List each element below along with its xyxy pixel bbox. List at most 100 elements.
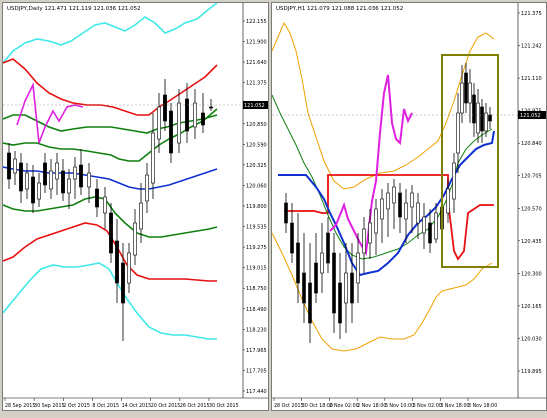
h1-y-tick: 120.165	[521, 304, 542, 310]
daily-x-tick: 2 Oct 2015	[63, 403, 90, 409]
candle-body	[398, 192, 402, 218]
candle-body	[151, 132, 155, 184]
h1-y-tick: 120.840	[521, 141, 542, 147]
cyan-lower-band	[3, 262, 217, 340]
daily-y-tick: 117.705	[246, 368, 267, 374]
svg-text:121.052: 121.052	[244, 103, 265, 109]
candle-body	[296, 242, 300, 284]
candle-body	[350, 272, 354, 304]
daily-y-tick: 118.750	[246, 286, 267, 292]
h1-x-tick: 30 Oct 18:00	[302, 403, 333, 409]
chart-h1[interactable]: USDJPY,H1 121.079 121.088 121.036 121.05…	[271, 2, 547, 411]
candle-body	[374, 208, 378, 234]
candle-body	[480, 106, 484, 132]
candle-body	[404, 202, 408, 220]
candle-body	[145, 174, 149, 202]
candle-body	[410, 192, 414, 208]
daily-price-label: 121.052	[243, 101, 268, 109]
candle-body	[67, 178, 71, 194]
h1-y-tick: 120.570	[521, 206, 542, 212]
candle-body	[392, 186, 396, 204]
candle-body	[49, 170, 53, 190]
daily-x-tick: 14 Oct 2015	[122, 403, 152, 409]
candle-body	[452, 162, 456, 200]
candle-body	[201, 112, 205, 126]
candle-body	[460, 82, 464, 114]
daily-x-tick: 20 Oct 2015	[151, 403, 181, 409]
daily-y-tick: 121.640	[246, 60, 267, 66]
h1-x-tick: 2 Nov 18:00	[357, 403, 386, 409]
daily-y-tick: 118.490	[246, 307, 267, 313]
candle-body	[284, 202, 288, 224]
candle-body	[308, 282, 312, 324]
h1-y-tick: 120.435	[521, 239, 542, 245]
daily-x-tick: 30 Sep 2015	[34, 403, 64, 409]
candle-body	[193, 102, 197, 128]
daily-y-tick: 122.155	[246, 19, 267, 25]
candle-body	[326, 232, 330, 264]
candle-body	[416, 202, 420, 224]
candle-body	[386, 192, 390, 210]
candle-body	[139, 202, 143, 230]
candle-body	[37, 182, 41, 200]
svg-text:121.052: 121.052	[520, 113, 541, 119]
daily-x-tick: 8 Oct 2015	[92, 403, 119, 409]
candle-body	[157, 106, 161, 140]
terminal-window: USDJPY,Daily 121.471 121.119 121.036 121…	[0, 0, 547, 418]
daily-y-tick: 120.850	[246, 122, 267, 128]
candle-body	[185, 98, 189, 132]
candle-body	[472, 94, 476, 124]
candle-body	[19, 162, 23, 192]
h1-x-tick: 28 Oct 2015	[274, 403, 304, 409]
daily-x-tick: 28 Sep 2015	[5, 403, 35, 409]
candle-body	[314, 262, 318, 294]
candle-body	[468, 82, 472, 104]
candle-body	[7, 152, 11, 180]
candle-body	[169, 110, 173, 154]
candle-body	[344, 272, 348, 304]
candle-body	[380, 198, 384, 220]
h1-y-tick: 121.375	[521, 11, 542, 17]
candle-body	[103, 196, 107, 214]
candle-body	[25, 172, 29, 190]
candle-body	[338, 282, 342, 324]
candle-body	[133, 222, 137, 256]
candle-body	[115, 240, 119, 284]
candle-body	[87, 172, 91, 188]
daily-y-tick: 117.440	[246, 389, 267, 395]
h1-x-tick: 3 Nov 10:00	[385, 403, 414, 409]
daily-y-tick: 121.900	[246, 40, 267, 46]
h1-price-label: 121.052	[518, 111, 546, 119]
candle-body	[163, 94, 167, 122]
daily-y-tick: 119.800	[246, 204, 267, 210]
candle-body	[332, 252, 336, 314]
h1-x-tick: 3 Nov 02:00	[413, 403, 442, 409]
chart-daily-canvas[interactable]: 122.155121.900121.640121.375121.110120.8…	[3, 3, 268, 410]
candle-body	[368, 222, 372, 244]
h1-candles	[284, 63, 492, 343]
candle-body	[121, 262, 125, 304]
h1-y-tick: 121.110	[521, 76, 542, 82]
daily-x-tick: 30 Oct 2015	[209, 403, 239, 409]
h1-y-tick: 120.300	[521, 271, 542, 277]
blue-midline	[3, 166, 218, 190]
candle-body	[55, 162, 59, 180]
candle-body	[428, 222, 432, 244]
candle-body	[302, 272, 306, 304]
candle-body	[95, 188, 99, 208]
daily-y-tick: 121.375	[246, 81, 267, 87]
daily-y-tick: 119.015	[246, 266, 267, 272]
h1-x-tick: 3 Nov 18:00	[468, 403, 497, 409]
candle-body	[320, 252, 324, 274]
candle-body	[109, 212, 113, 254]
candle-body	[79, 164, 83, 188]
daily-x-tick: 26 Oct 2015	[180, 403, 210, 409]
candle-body	[61, 170, 65, 194]
candle-body	[43, 162, 47, 186]
chart-daily[interactable]: USDJPY,Daily 121.471 121.119 121.036 121…	[2, 2, 269, 411]
candle-body	[290, 222, 294, 254]
chart-h1-canvas[interactable]: 121.375121.242121.110120.975120.840120.7…	[272, 3, 546, 410]
h1-y-tick: 119.895	[521, 369, 542, 375]
candle-body	[476, 102, 480, 134]
candle-body	[73, 166, 77, 180]
